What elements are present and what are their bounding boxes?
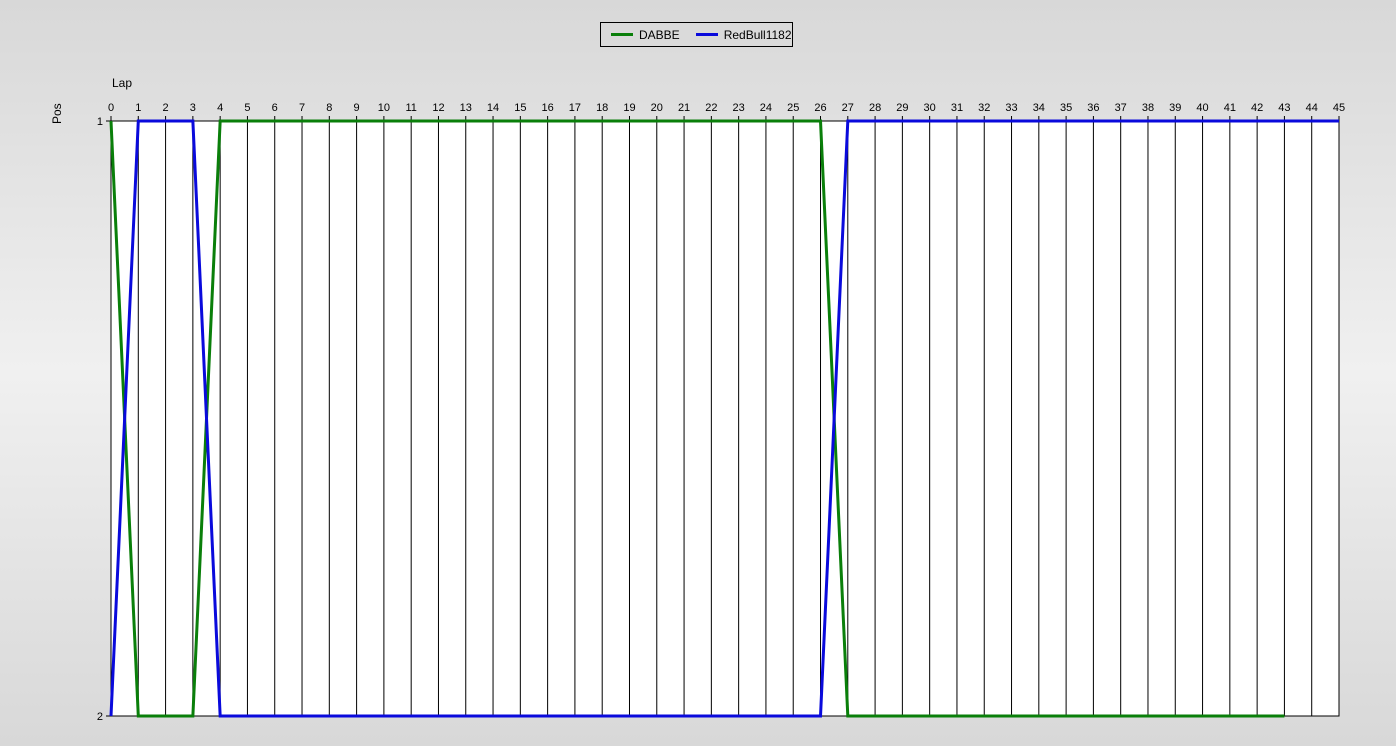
tick-label-x-37: 37 (1115, 102, 1127, 114)
tick-label-x-35: 35 (1060, 102, 1072, 114)
tick-label-x-29: 29 (896, 102, 908, 114)
tick-label-x-24: 24 (760, 102, 772, 114)
tick-label-x-0: 0 (108, 102, 114, 114)
tick-label-x-4: 4 (217, 102, 223, 114)
tick-label-x-40: 40 (1196, 102, 1208, 114)
tick-label-y-2: 2 (97, 711, 103, 723)
tick-label-x-27: 27 (842, 102, 854, 114)
tick-label-x-43: 43 (1278, 102, 1290, 114)
tick-label-x-42: 42 (1251, 102, 1263, 114)
tick-label-y-1: 1 (97, 116, 103, 128)
plot-svg: 0 1 2 3 4 5 6 7 8 9 10 11 12 13 14 15 16 17 18 19 20 21 22 23 24… (97, 102, 1345, 723)
tick-label-x-32: 32 (978, 102, 990, 114)
tick-label-x-8: 8 (326, 102, 332, 114)
tick-label-x-41: 41 (1224, 102, 1236, 114)
tick-label-x-45: 45 (1333, 102, 1345, 114)
tick-label-x-22: 22 (705, 102, 717, 114)
tick-label-x-38: 38 (1142, 102, 1154, 114)
tick-label-x-11: 11 (405, 102, 416, 114)
tick-label-x-31: 31 (951, 102, 963, 114)
tick-label-x-25: 25 (787, 102, 799, 114)
tick-label-x-28: 28 (869, 102, 881, 114)
tick-label-x-39: 39 (1169, 102, 1181, 114)
tick-label-x-30: 30 (924, 102, 936, 114)
tick-label-x-3: 3 (190, 102, 196, 114)
position-chart: DABBE RedBull1182 Lap Pos 0 1 2 3 4 5 6 7 8 9 10 11… (0, 0, 1396, 746)
tick-label-x-19: 19 (623, 102, 635, 114)
tick-label-x-13: 13 (460, 102, 472, 114)
tick-label-x-9: 9 (354, 102, 360, 114)
tick-label-x-18: 18 (596, 102, 608, 114)
plot-area (111, 121, 1339, 716)
tick-label-x-16: 16 (541, 102, 553, 114)
tick-label-x-23: 23 (733, 102, 745, 114)
tick-label-x-36: 36 (1087, 102, 1099, 114)
tick-label-x-34: 34 (1033, 102, 1045, 114)
tick-label-x-44: 44 (1306, 102, 1318, 114)
tick-label-x-6: 6 (272, 102, 278, 114)
tick-label-x-21: 21 (678, 102, 690, 114)
tick-label-x-26: 26 (814, 102, 826, 114)
tick-label-x-2: 2 (163, 102, 169, 114)
tick-label-x-33: 33 (1005, 102, 1017, 114)
tick-label-x-10: 10 (378, 102, 390, 114)
tick-label-x-14: 14 (487, 102, 499, 114)
tick-label-x-7: 7 (299, 102, 305, 114)
tick-label-x-20: 20 (651, 102, 663, 114)
tick-label-x-5: 5 (244, 102, 250, 114)
tick-label-x-15: 15 (514, 102, 526, 114)
tick-label-x-1: 1 (135, 102, 141, 114)
tick-label-x-12: 12 (432, 102, 444, 114)
tick-label-x-17: 17 (569, 102, 581, 114)
